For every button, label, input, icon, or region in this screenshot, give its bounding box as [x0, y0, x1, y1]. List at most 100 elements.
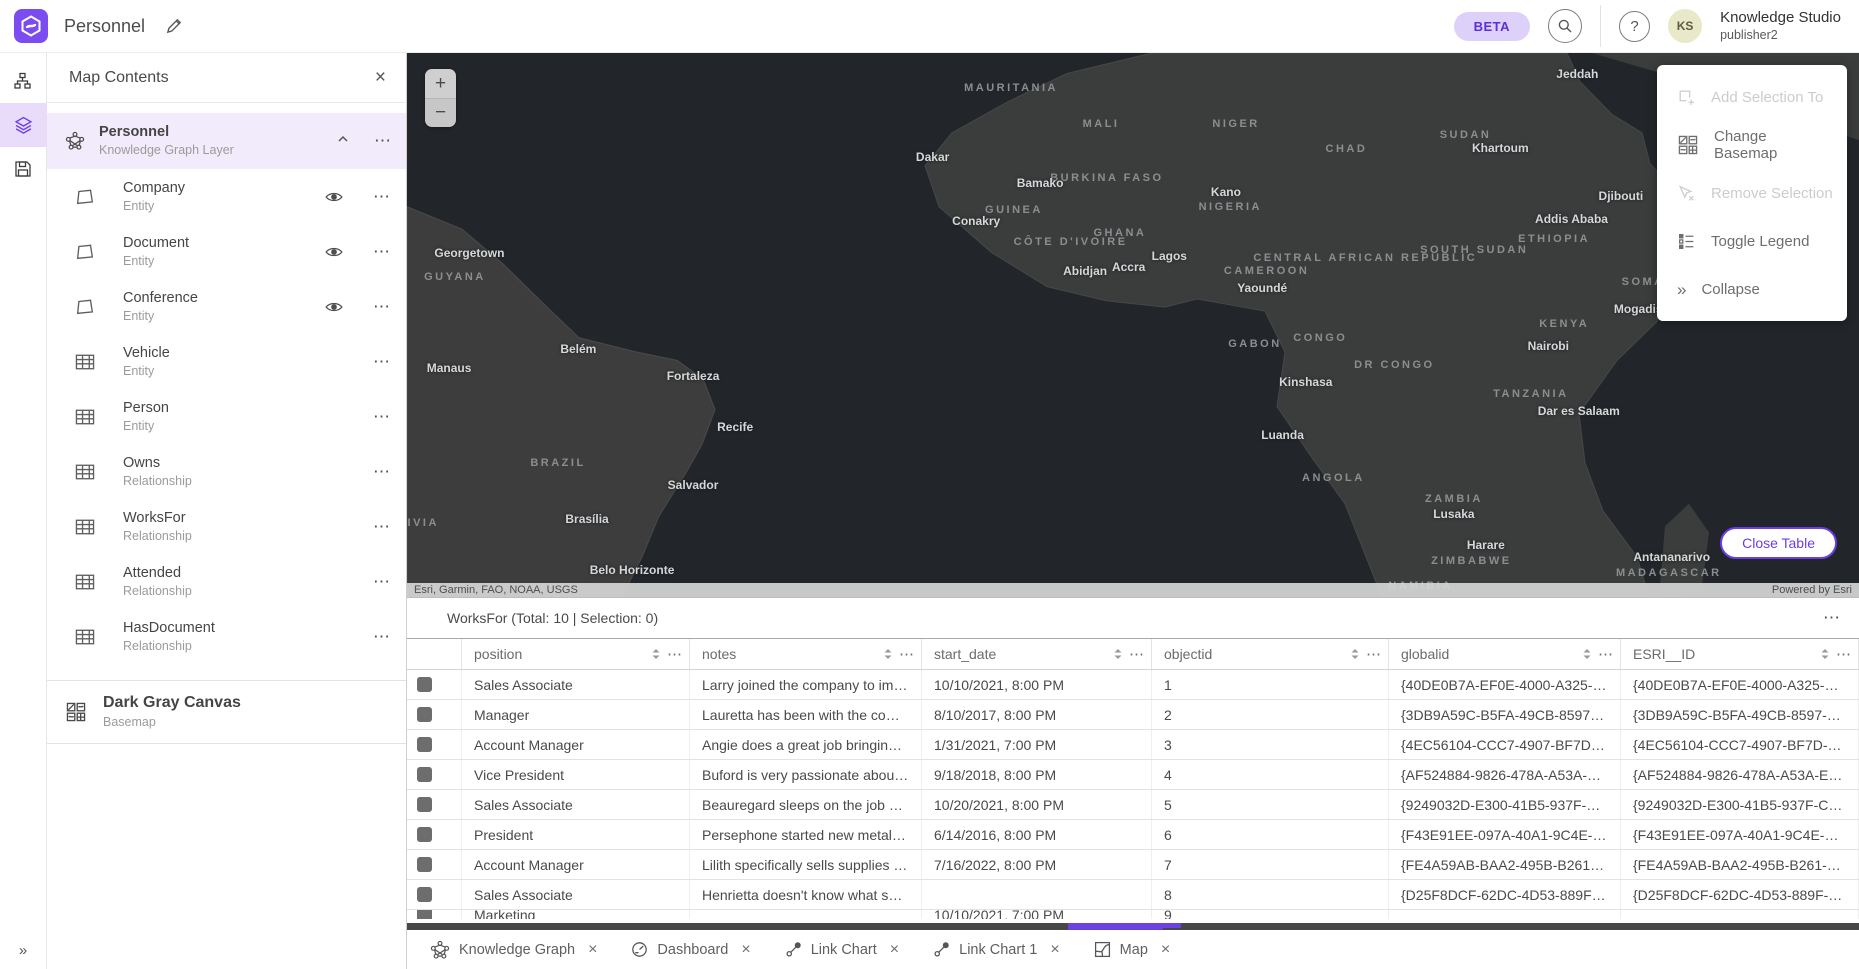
- close-tab-icon[interactable]: ×: [890, 941, 899, 959]
- layer-group-options-button[interactable]: ⋯: [374, 131, 392, 151]
- collapse-icon: »: [1677, 281, 1686, 298]
- table-row[interactable]: Vice PresidentBuford is very passionate …: [407, 760, 1859, 790]
- layer-item-attended[interactable]: AttendedRelationship⋯: [47, 554, 406, 609]
- close-panel-icon[interactable]: ×: [375, 67, 386, 89]
- layer-item-document[interactable]: DocumentEntity⋯: [47, 224, 406, 279]
- table-row[interactable]: Sales AssociateLarry joined the company …: [407, 670, 1859, 700]
- sort-icon[interactable]: [1113, 647, 1123, 661]
- sort-icon[interactable]: [883, 647, 893, 661]
- layer-type: Entity: [123, 363, 170, 379]
- polygon-icon: [74, 296, 101, 318]
- map-zoom-control: + −: [425, 69, 456, 127]
- table-row[interactable]: Account ManagerAngie does a great job br…: [407, 730, 1859, 760]
- edit-title-icon[interactable]: [165, 17, 183, 35]
- layer-visibility-toggle[interactable]: [310, 298, 358, 316]
- layer-options-button[interactable]: ⋯: [358, 517, 406, 537]
- linkchart-icon: [933, 941, 950, 958]
- menu-item-label: Add Selection To: [1711, 89, 1823, 106]
- user-avatar[interactable]: KS: [1668, 9, 1702, 43]
- tab-dashboard[interactable]: Dashboard×: [614, 930, 767, 969]
- layer-group-personnel[interactable]: Personnel Knowledge Graph Layer ⋯: [47, 113, 406, 169]
- map-canvas[interactable]: MAURITANIAMALINIGERSUDANCHADBURKINA FASO…: [407, 53, 1859, 597]
- layer-visibility-toggle[interactable]: [310, 243, 358, 261]
- attribute-table-panel: WorksFor (Total: 10 | Selection: 0) ⋯ po…: [407, 597, 1859, 930]
- sort-icon[interactable]: [651, 647, 661, 661]
- layer-item-hasdocument[interactable]: HasDocumentRelationship⋯: [47, 609, 406, 664]
- table-options-button[interactable]: ⋯: [1823, 608, 1841, 628]
- basemap-item[interactable]: Dark Gray Canvas Basemap: [47, 681, 406, 743]
- sort-icon[interactable]: [1350, 647, 1360, 661]
- close-tab-icon[interactable]: ×: [1161, 941, 1170, 959]
- collapse-group-icon[interactable]: [336, 132, 350, 151]
- layer-name: Vehicle: [123, 344, 170, 363]
- column-options-button[interactable]: ⋯: [1366, 645, 1382, 663]
- menu-item-change-basemap[interactable]: Change Basemap: [1657, 121, 1847, 169]
- table-row[interactable]: Sales AssociateHenrietta doesn't know wh…: [407, 880, 1859, 910]
- layer-item-worksfor[interactable]: WorksForRelationship⋯: [47, 499, 406, 554]
- layer-item-vehicle[interactable]: VehicleEntity ⋯: [47, 334, 406, 389]
- table-icon: [74, 461, 101, 483]
- column-options-button[interactable]: ⋯: [1598, 645, 1614, 663]
- row-checkbox[interactable]: [417, 797, 432, 812]
- table-row[interactable]: ManagerLauretta has been with the comp…8…: [407, 700, 1859, 730]
- table-row[interactable]: Marketing10/10/2021, 7:00 PM9: [407, 910, 1859, 919]
- row-checkbox[interactable]: [417, 737, 432, 752]
- search-button[interactable]: [1548, 9, 1582, 43]
- column-options-button[interactable]: ⋯: [899, 645, 915, 663]
- layer-item-person[interactable]: PersonEntity⋯: [47, 389, 406, 444]
- tab-knowledge-graph[interactable]: Knowledge Graph×: [413, 930, 614, 969]
- menu-item-toggle-legend[interactable]: Toggle Legend: [1657, 217, 1847, 265]
- save-rail-button[interactable]: [0, 147, 47, 191]
- basemap-icon: [1677, 134, 1699, 156]
- close-tab-icon[interactable]: ×: [588, 941, 597, 959]
- table-row[interactable]: Account ManagerLilith specifically sells…: [407, 850, 1859, 880]
- layer-options-button[interactable]: ⋯: [358, 462, 406, 482]
- close-table-button[interactable]: Close Table: [1720, 527, 1837, 559]
- cell-globalid: {9249032D-E300-41B5-937F-C2B…: [1389, 790, 1621, 819]
- layer-item-conference[interactable]: ConferenceEntity⋯: [47, 279, 406, 334]
- row-checkbox[interactable]: [417, 887, 432, 902]
- row-checkbox[interactable]: [417, 827, 432, 842]
- row-checkbox[interactable]: [417, 707, 432, 722]
- cell-start_date: 6/14/2016, 8:00 PM: [922, 820, 1152, 849]
- column-options-button[interactable]: ⋯: [1836, 645, 1852, 663]
- zoom-out-button[interactable]: −: [425, 98, 456, 127]
- menu-item-label: Toggle Legend: [1711, 233, 1809, 250]
- view-tab-bar: Knowledge Graph×Dashboard×Link Chart×Lin…: [407, 930, 1859, 969]
- tab-link-chart-1[interactable]: Link Chart 1×: [916, 930, 1077, 969]
- sort-icon[interactable]: [1582, 647, 1592, 661]
- layer-type: Relationship: [123, 528, 192, 544]
- mapicon-icon: [1094, 941, 1111, 958]
- user-role: publisher2: [1720, 28, 1841, 44]
- column-options-button[interactable]: ⋯: [667, 645, 683, 663]
- layer-options-button[interactable]: ⋯: [358, 187, 406, 207]
- help-button[interactable]: ?: [1619, 11, 1650, 42]
- data-model-rail-button[interactable]: [0, 59, 47, 103]
- close-tab-icon[interactable]: ×: [741, 941, 750, 959]
- layer-item-owns[interactable]: OwnsRelationship⋯: [47, 444, 406, 499]
- menu-item-collapse[interactable]: »Collapse: [1657, 265, 1847, 313]
- layer-options-button[interactable]: ⋯: [358, 407, 406, 427]
- expand-rail-button[interactable]: »: [19, 942, 27, 959]
- row-checkbox[interactable]: [417, 767, 432, 782]
- zoom-in-button[interactable]: +: [425, 69, 456, 98]
- layer-options-button[interactable]: ⋯: [358, 572, 406, 592]
- layer-visibility-toggle[interactable]: [310, 188, 358, 206]
- row-checkbox[interactable]: [417, 677, 432, 692]
- sort-icon[interactable]: [1820, 647, 1830, 661]
- table-row[interactable]: Sales AssociateBeauregard sleeps on the …: [407, 790, 1859, 820]
- table-row[interactable]: PresidentPersephone started new metal o……: [407, 820, 1859, 850]
- layer-item-company[interactable]: CompanyEntity⋯: [47, 169, 406, 224]
- tab-map[interactable]: Map×: [1077, 930, 1188, 969]
- row-checkbox[interactable]: [417, 910, 432, 919]
- row-checkbox[interactable]: [417, 857, 432, 872]
- close-tab-icon[interactable]: ×: [1050, 941, 1059, 959]
- layer-options-button[interactable]: ⋯: [358, 352, 406, 372]
- layers-rail-button[interactable]: [0, 103, 47, 147]
- column-options-button[interactable]: ⋯: [1129, 645, 1145, 663]
- cell-select: [407, 880, 462, 909]
- tab-link-chart[interactable]: Link Chart×: [768, 930, 916, 969]
- layer-options-button[interactable]: ⋯: [358, 242, 406, 262]
- layer-options-button[interactable]: ⋯: [358, 297, 406, 317]
- layer-options-button[interactable]: ⋯: [358, 627, 406, 647]
